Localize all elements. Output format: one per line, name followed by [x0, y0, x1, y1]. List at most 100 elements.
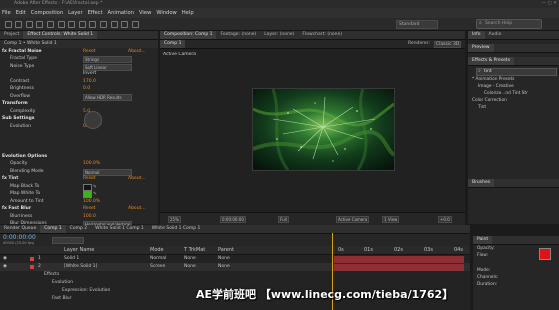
menu-effect[interactable]: Effect	[88, 8, 103, 18]
effect-param-row[interactable]: Evolution Options	[0, 153, 158, 161]
layer-parent-dropdown[interactable]: None	[218, 263, 230, 271]
about-link[interactable]: About...	[128, 175, 146, 183]
layer-row[interactable]: 2 [White Solid 1] Screen None None ◉	[0, 263, 470, 271]
layer-duration-bar[interactable]	[334, 255, 464, 263]
col-layer-name[interactable]: Layer Name	[64, 247, 94, 253]
menu-edit[interactable]: Edit	[16, 8, 26, 18]
tab-solid-comp-b[interactable]: White Solid 1 Comp 1	[148, 225, 205, 233]
layer-mode-dropdown[interactable]: Screen	[150, 263, 165, 271]
zoom-tool-icon[interactable]	[25, 21, 33, 28]
effect-param-row[interactable]: fx Tint Reset About...	[0, 175, 158, 183]
effect-param-row[interactable]: Opacity 100.0%	[0, 160, 158, 168]
param-value[interactable]: 0.0	[83, 85, 90, 93]
timeline-timecode[interactable]: 0:00:00:00	[3, 234, 36, 241]
layer-trkmat-dropdown[interactable]: None	[184, 255, 196, 263]
effects-tree-item[interactable]: Colorize...nd Tint Str	[468, 90, 559, 97]
layer-mode-dropdown[interactable]: Normal	[150, 255, 166, 263]
brush-tool-icon[interactable]	[99, 21, 107, 28]
param-value[interactable]: 100.0%	[83, 198, 100, 206]
layer-name[interactable]: [White Solid 1]	[64, 263, 97, 271]
effect-param-row[interactable]: fx Fractal Noise Reset About...	[0, 48, 158, 56]
visibility-eye-icon[interactable]: ◉	[3, 263, 7, 271]
param-value[interactable]: Reset	[83, 175, 96, 183]
exposure-value[interactable]: +0.0	[438, 216, 452, 223]
effect-param-row[interactable]: Overflow Allow HDR Results	[0, 93, 158, 101]
param-value[interactable]: 100.0	[83, 213, 96, 221]
effects-tree-item[interactable]: Image - Creative	[468, 83, 559, 90]
effect-param-row[interactable]: Sub Settings	[0, 115, 158, 123]
tab-solid-comp-a[interactable]: White Solid 1 Comp 1	[91, 225, 148, 233]
param-value[interactable]: Reset	[83, 205, 96, 213]
property-row[interactable]: Effects	[0, 271, 470, 279]
rotate-tool-icon[interactable]	[36, 21, 44, 28]
current-time-display[interactable]: 0:00:00:00	[220, 216, 246, 223]
layer-row[interactable]: 1 Solid 1 Normal None None ◉	[0, 255, 470, 263]
menu-layer[interactable]: Layer	[68, 8, 82, 18]
param-value[interactable]: 100.0%	[83, 160, 100, 168]
effect-param-row[interactable]: fx Fast Blur Reset About...	[0, 205, 158, 213]
zoom-dropdown[interactable]: 25%	[168, 216, 181, 223]
effect-param-row[interactable]: Map White To ✎	[0, 190, 158, 199]
resolution-dropdown[interactable]: Full	[278, 216, 289, 223]
foreground-color-swatch[interactable]	[539, 248, 551, 260]
tab-audio[interactable]: Audio	[485, 31, 506, 39]
tab-effects-presets[interactable]: Effects & Presets	[468, 57, 515, 65]
about-link[interactable]: About...	[128, 48, 146, 56]
invert-checkbox[interactable]: Invert	[83, 70, 96, 78]
renderer-dropdown[interactable]: Classic 3D	[434, 41, 462, 48]
layer-trkmat-dropdown[interactable]: None	[184, 263, 196, 271]
effect-param-row[interactable]: Invert	[0, 70, 158, 78]
effects-search-input[interactable]: tint	[476, 68, 557, 76]
hand-tool-icon[interactable]	[15, 21, 23, 28]
effect-param-row[interactable]	[0, 145, 158, 153]
tab-layer[interactable]: Layer: (none)	[260, 31, 298, 39]
search-help-input[interactable]: Search Help	[476, 19, 542, 29]
tab-preview[interactable]: Preview	[468, 44, 494, 52]
effect-param-row[interactable]: Blending Mode Normal	[0, 168, 158, 176]
camera-tool-icon[interactable]	[46, 21, 54, 28]
text-tool-icon[interactable]	[89, 21, 97, 28]
comp-tab[interactable]: Comp 1	[160, 40, 186, 48]
tab-info[interactable]: Info	[468, 31, 485, 39]
window-controls[interactable]: — ▢ ✕	[542, 0, 557, 8]
puppet-tool-icon[interactable]	[131, 21, 139, 28]
col-parent[interactable]: Parent	[218, 247, 234, 253]
tab-paint[interactable]: Paint	[473, 236, 493, 244]
effect-param-row[interactable]: Fractal Type Strings	[0, 55, 158, 63]
col-mode[interactable]: Mode	[150, 247, 164, 253]
tab-effect-controls[interactable]: Effect Controls: White Solid 1	[23, 31, 98, 39]
effect-param-row[interactable]: Amount to Tint 100.0%	[0, 198, 158, 206]
layer-duration-bar[interactable]	[334, 263, 464, 271]
mask-tool-icon[interactable]	[68, 21, 76, 28]
effect-param-row[interactable]: Contrast 170.0	[0, 78, 158, 86]
effect-param-row[interactable]	[0, 130, 158, 138]
menu-view[interactable]: View	[139, 8, 151, 18]
tab-project[interactable]: Project	[0, 31, 23, 39]
menu-animation[interactable]: Animation	[108, 8, 134, 18]
visibility-eye-icon[interactable]: ◉	[3, 255, 7, 263]
menu-file[interactable]: File	[2, 8, 11, 18]
camera-view-dropdown[interactable]: Active Camera	[336, 216, 370, 223]
effect-param-row[interactable]: Map Black To ✎	[0, 183, 158, 191]
effects-tree-item[interactable]: Color Correction	[468, 97, 559, 104]
layer-label-color[interactable]	[30, 257, 34, 261]
effects-tree-item[interactable]: * Animation Presets	[468, 76, 559, 83]
workspace-dropdown[interactable]: Standard	[396, 20, 438, 29]
pen-tool-icon[interactable]	[78, 21, 86, 28]
effect-param-row[interactable]: Complexity 5.0	[0, 108, 158, 116]
effects-tree-item[interactable]: Tint	[468, 104, 559, 111]
param-value[interactable]: 170.0	[83, 78, 96, 86]
tab-render-queue[interactable]: Render Queue	[0, 225, 40, 233]
timeline-search-input[interactable]	[52, 237, 84, 244]
tab-comp-2[interactable]: Comp 2	[66, 225, 91, 233]
effect-param-row[interactable]: Brightness 0.0	[0, 85, 158, 93]
tab-comp-1[interactable]: Comp 1	[40, 225, 66, 233]
tab-brushes[interactable]: Brushes	[468, 179, 495, 187]
menu-help[interactable]: Help	[182, 8, 194, 18]
effect-param-row[interactable]: Blurriness 100.0	[0, 213, 158, 221]
effect-param-row[interactable]: Transform	[0, 100, 158, 108]
layer-name[interactable]: Solid 1	[64, 255, 79, 263]
selection-tool-icon[interactable]	[4, 21, 12, 28]
layer-parent-dropdown[interactable]: None	[218, 255, 230, 263]
tab-flowchart[interactable]: Flowchart: (none)	[298, 31, 346, 39]
